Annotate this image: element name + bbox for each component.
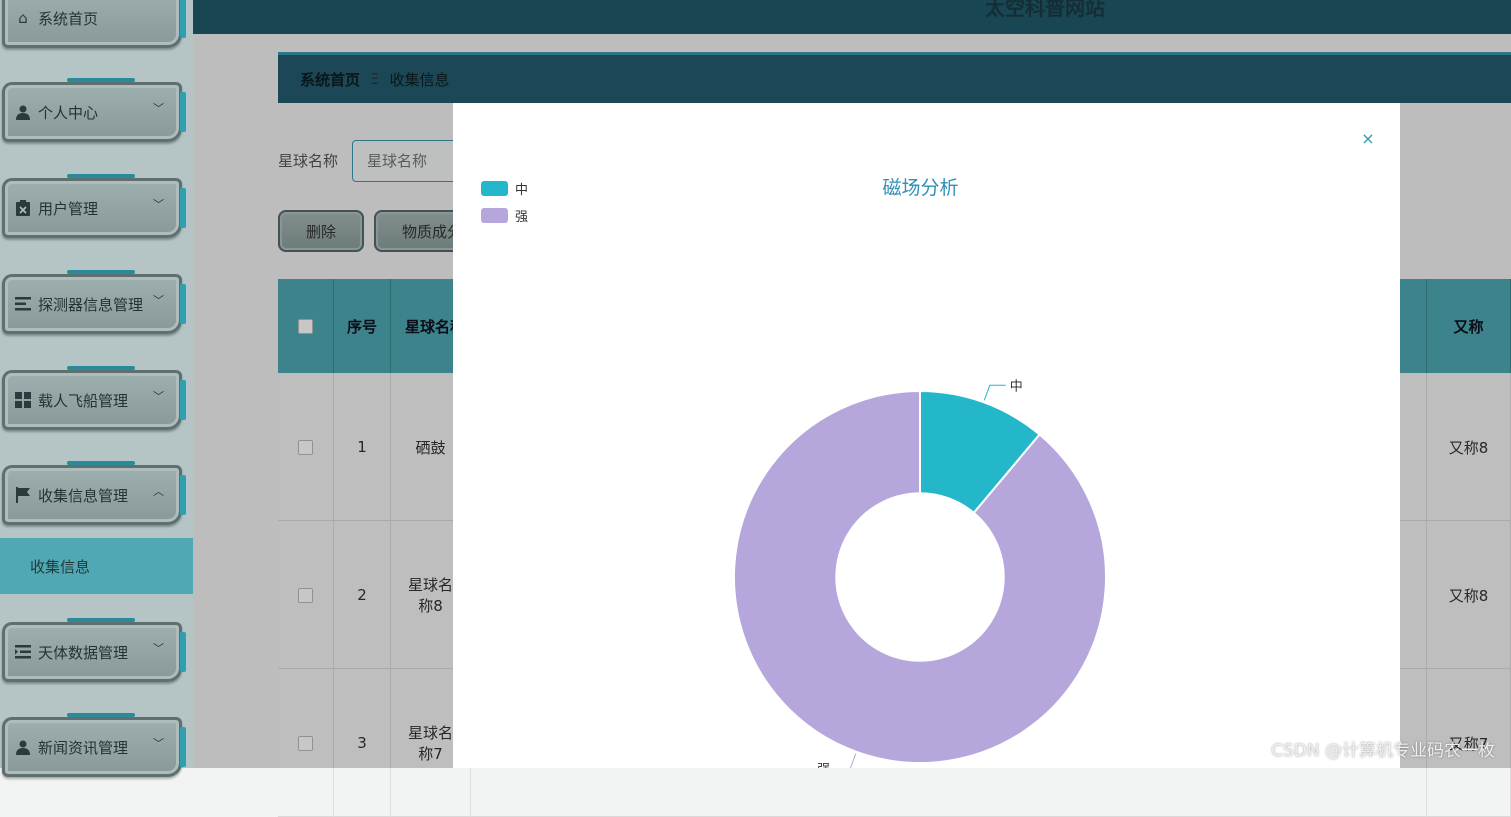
grid-icon xyxy=(14,391,32,409)
watermark: CSDN @计算机专业码农一枚 xyxy=(1271,741,1495,761)
sidebar-item-spacecraft[interactable]: 载人飞船管理 ﹀ xyxy=(2,366,186,430)
sidebar-item-label: 收集信息管理 xyxy=(38,486,129,505)
sidebar-item-home[interactable]: ⌂ 系统首页 xyxy=(2,0,186,48)
sidebar-item-label: 天体数据管理 xyxy=(38,643,129,662)
chevron-down-icon: ﹀ xyxy=(153,102,164,115)
sidebar-item-label: 用户管理 xyxy=(38,199,99,218)
user-icon xyxy=(14,103,32,121)
sidebar-item-label: 系统首页 xyxy=(38,9,99,28)
sidebar-item-label: 探测器信息管理 xyxy=(38,295,144,314)
label-leader-line xyxy=(849,753,857,768)
sidebar-subitem-collect-info[interactable]: 收集信息 xyxy=(0,538,193,594)
donut-chart: 中强 xyxy=(733,379,1107,768)
chevron-down-icon: ﹀ xyxy=(153,198,164,211)
sidebar-item-detector[interactable]: 探测器信息管理 ﹀ xyxy=(2,270,186,334)
sidebar: ⌂ 系统首页 个人中心 ﹀ 用户管理 ﹀ 探测器信息管理 ﹀ 载人飞船管理 ﹀ … xyxy=(0,0,193,777)
sidebar-item-collect[interactable]: 收集信息管理 ︿ xyxy=(2,461,186,525)
slice-label: 强 xyxy=(817,763,830,768)
label-leader-line xyxy=(983,384,1006,401)
sidebar-item-celestial[interactable]: 天体数据管理 ﹀ xyxy=(2,618,186,682)
list-icon xyxy=(14,295,32,313)
flag-icon xyxy=(14,486,32,504)
chevron-down-icon: ﹀ xyxy=(153,390,164,403)
sidebar-item-news[interactable]: 新闻资讯管理 ﹀ xyxy=(2,713,186,777)
sidebar-item-label: 新闻资讯管理 xyxy=(38,738,129,757)
sidebar-item-personal[interactable]: 个人中心 ﹀ xyxy=(2,78,186,142)
outdent-icon xyxy=(14,643,32,661)
user-icon xyxy=(14,738,32,756)
sidebar-item-label: 载人飞船管理 xyxy=(38,391,129,410)
chevron-down-icon: ﹀ xyxy=(153,294,164,307)
pie-slice-强[interactable] xyxy=(733,389,1107,764)
chevron-down-icon: ﹀ xyxy=(153,642,164,655)
slice-label: 中 xyxy=(1010,379,1023,394)
chart-modal: × 中 强 磁场分析 中强 xyxy=(453,103,1400,768)
clipboard-icon xyxy=(14,199,32,217)
sidebar-item-users[interactable]: 用户管理 ﹀ xyxy=(2,174,186,238)
sidebar-item-label: 个人中心 xyxy=(38,103,99,122)
chevron-up-icon: ︿ xyxy=(153,485,164,498)
home-icon: ⌂ xyxy=(18,9,28,27)
chevron-down-icon: ﹀ xyxy=(153,737,164,750)
